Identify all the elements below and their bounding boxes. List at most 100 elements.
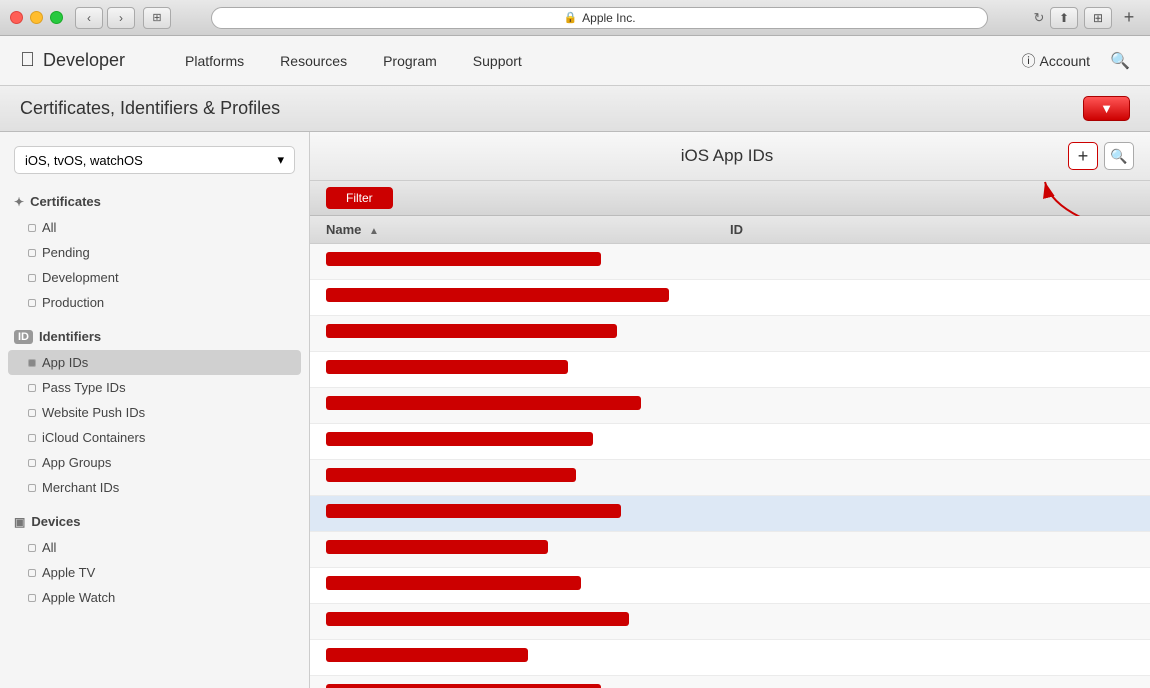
platform-select-label: iOS, tvOS, watchOS	[25, 153, 143, 168]
account-dropdown-icon: ▼	[1100, 101, 1113, 116]
nav-links: Platforms Resources Program Support	[185, 53, 522, 69]
table-row[interactable]	[310, 496, 1150, 532]
address-text: Apple Inc.	[582, 11, 635, 25]
table-row[interactable]	[310, 316, 1150, 352]
identifiers-label: Identifiers	[39, 329, 101, 344]
search-button[interactable]: 🔍	[1104, 142, 1134, 170]
table-row[interactable]	[310, 640, 1150, 676]
col-name-header: Name ▲	[326, 222, 730, 237]
sidebar-item-icloud-containers[interactable]: iCloud Containers	[0, 425, 309, 450]
table-row[interactable]	[310, 532, 1150, 568]
nav-support[interactable]: Support	[473, 53, 522, 69]
item-dot-icon	[28, 459, 36, 467]
redacted-name	[326, 324, 617, 338]
brand-label: Developer	[43, 50, 125, 71]
account-dropdown-button[interactable]: ▼	[1083, 96, 1130, 121]
nav-resources[interactable]: Resources	[280, 53, 347, 69]
item-dot-icon	[28, 224, 36, 232]
add-app-id-button[interactable]: +	[1068, 142, 1098, 170]
sort-arrow-icon: ▲	[369, 226, 379, 237]
sidebar-item-production[interactable]: Production	[0, 290, 309, 315]
sidebar-item-label: Production	[42, 295, 104, 310]
platform-select-chevron: ▾	[277, 152, 284, 168]
devices-label: Devices	[31, 514, 80, 529]
brand:  Developer	[20, 49, 125, 72]
sidebar-item-label: Pass Type IDs	[42, 380, 126, 395]
table-row[interactable]	[310, 280, 1150, 316]
item-dot-icon	[28, 594, 36, 602]
identifiers-header: ID Identifiers	[0, 323, 309, 350]
devices-header: ▣ Devices	[0, 508, 309, 535]
table-row[interactable]	[310, 244, 1150, 280]
col-id-header: ID	[730, 222, 1134, 237]
sidebar-item-apple-watch[interactable]: Apple Watch	[0, 585, 309, 610]
sidebar-item-label: Development	[42, 270, 119, 285]
sidebar-item-pass-type-ids[interactable]: Pass Type IDs	[0, 375, 309, 400]
sidebar-item-label: Pending	[42, 245, 90, 260]
new-tab-button[interactable]: +	[1118, 7, 1140, 29]
nav-platforms[interactable]: Platforms	[185, 53, 244, 69]
account-label: Account	[1039, 53, 1090, 69]
sidebar-item-label: All	[42, 220, 56, 235]
sidebar-item-app-ids[interactable]: App IDs	[8, 350, 301, 375]
minimize-button[interactable]	[30, 11, 43, 24]
sidebar-item-app-groups[interactable]: App Groups	[0, 450, 309, 475]
account-link[interactable]: ⓘ Account	[1021, 51, 1090, 71]
content-actions: + 🔍	[1068, 142, 1134, 170]
apple-logo-icon: 	[20, 49, 35, 72]
item-dot-icon	[28, 249, 36, 257]
redacted-name	[326, 432, 593, 446]
sidebar-item-development[interactable]: Development	[0, 265, 309, 290]
sidebar-item-label: Apple TV	[42, 565, 95, 580]
filter-button[interactable]: Filter	[326, 187, 393, 209]
redacted-name	[326, 504, 621, 518]
certificates-section-icon: ✦	[14, 195, 24, 209]
table-row[interactable]	[310, 676, 1150, 688]
sidebar-section-certificates: ✦ Certificates All Pending Development P…	[0, 188, 309, 315]
maximize-button[interactable]	[50, 11, 63, 24]
sidebar-item-all-certs[interactable]: All	[0, 215, 309, 240]
back-button[interactable]: ‹	[75, 7, 103, 29]
table-row[interactable]	[310, 352, 1150, 388]
table-row[interactable]	[310, 388, 1150, 424]
table-row[interactable]	[310, 568, 1150, 604]
sidebar-item-apple-tv[interactable]: Apple TV	[0, 560, 309, 585]
platform-select[interactable]: iOS, tvOS, watchOS ▾	[14, 146, 295, 174]
tab-overview-button[interactable]: ⊞	[1084, 7, 1112, 29]
sidebar-item-all-devices[interactable]: All	[0, 535, 309, 560]
table-row[interactable]	[310, 424, 1150, 460]
filter-bar: Filter	[310, 181, 1150, 216]
redacted-name	[326, 648, 528, 662]
id-section-icon: ID	[14, 330, 33, 344]
forward-button[interactable]: ›	[107, 7, 135, 29]
content-title: iOS App IDs	[386, 146, 1068, 166]
header-actions: ▼	[1083, 96, 1130, 121]
redacted-name	[326, 612, 629, 626]
address-bar[interactable]: 🔒 Apple Inc.	[211, 7, 988, 29]
table-row[interactable]	[310, 460, 1150, 496]
redacted-name	[326, 468, 576, 482]
nav-program[interactable]: Program	[383, 53, 437, 69]
sidebar-item-website-push-ids[interactable]: Website Push IDs	[0, 400, 309, 425]
page-header: Certificates, Identifiers & Profiles ▼	[0, 86, 1150, 132]
close-button[interactable]	[10, 11, 23, 24]
item-dot-icon	[28, 484, 36, 492]
sidebar-item-label: Apple Watch	[42, 590, 115, 605]
layout-button[interactable]: ⊞	[143, 7, 171, 29]
title-bar: ‹ › ⊞ 🔒 Apple Inc. ↻ ⬆ ⊞ +	[0, 0, 1150, 36]
sidebar-item-label: Merchant IDs	[42, 480, 119, 495]
certificates-header: ✦ Certificates	[0, 188, 309, 215]
share-button[interactable]: ⬆	[1050, 7, 1078, 29]
sidebar-item-merchant-ids[interactable]: Merchant IDs	[0, 475, 309, 500]
sidebar-item-label: App Groups	[42, 455, 111, 470]
sidebar-item-pending[interactable]: Pending	[0, 240, 309, 265]
main-layout: iOS, tvOS, watchOS ▾ ✦ Certificates All …	[0, 132, 1150, 688]
redacted-name	[326, 360, 568, 374]
item-dot-icon	[28, 544, 36, 552]
search-icon[interactable]: 🔍	[1110, 51, 1130, 71]
item-dot-icon	[28, 569, 36, 577]
reload-button[interactable]: ↻	[1028, 7, 1050, 29]
page-title: Certificates, Identifiers & Profiles	[20, 98, 280, 119]
sidebar: iOS, tvOS, watchOS ▾ ✦ Certificates All …	[0, 132, 310, 688]
table-row[interactable]	[310, 604, 1150, 640]
